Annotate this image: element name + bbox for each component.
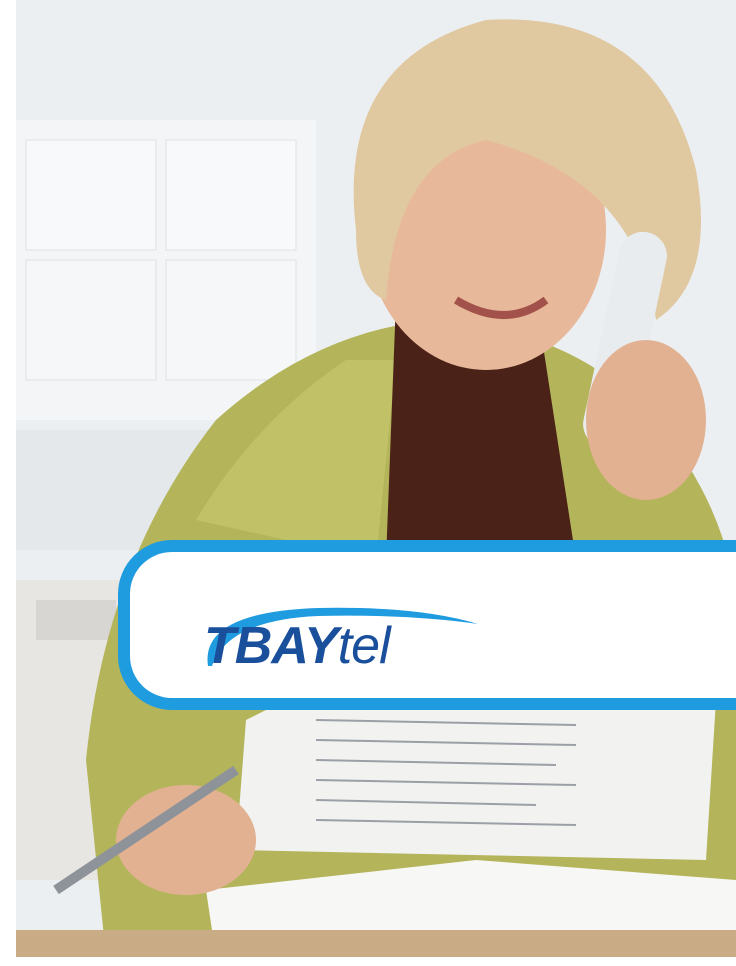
logo-wordmark-light: tel (337, 617, 391, 675)
logo-banner: TBAYtel (118, 540, 736, 710)
photo-illustration (16, 0, 736, 957)
hero-photo (16, 0, 736, 957)
tbaytel-logo: TBAYtel (188, 604, 488, 674)
logo-wordmark-bold: TBAY (204, 617, 339, 675)
logo-wordmark: TBAYtel (204, 617, 391, 675)
